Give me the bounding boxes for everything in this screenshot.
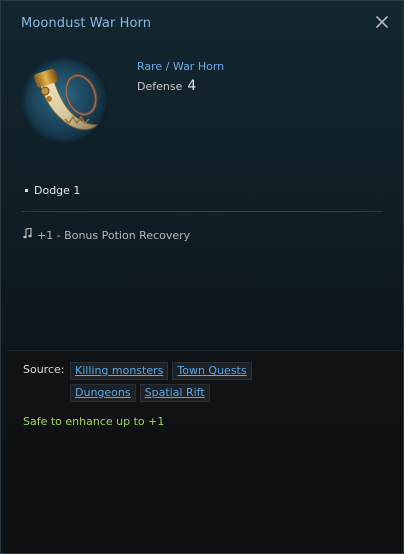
stat-line: Dodge 1 bbox=[25, 184, 80, 197]
item-rarity-type: Rare / War Horn bbox=[137, 60, 225, 73]
effect-line: +1 - Bonus Potion Recovery bbox=[23, 227, 191, 242]
item-tooltip: Moondust War Horn Rare / War Horn Defens… bbox=[0, 0, 404, 554]
item-title: Moondust War Horn bbox=[21, 16, 152, 31]
source-tag-spatial-rift[interactable]: Spatial Rift bbox=[139, 384, 210, 402]
stat-label: Dodge 1 bbox=[34, 184, 81, 197]
war-horn-icon bbox=[21, 57, 109, 145]
enhance-info: Safe to enhance up to +1 bbox=[23, 415, 165, 428]
source-label: Source: bbox=[23, 363, 65, 376]
defense-value: 4 bbox=[187, 78, 197, 94]
effect-text: +1 - Bonus Potion Recovery bbox=[37, 228, 191, 242]
music-note-icon bbox=[23, 227, 32, 242]
source-tag-dungeons[interactable]: Dungeons bbox=[70, 384, 136, 402]
close-icon[interactable] bbox=[373, 13, 391, 31]
defense-label: Defense bbox=[137, 80, 183, 93]
defense-stat: Defense 4 bbox=[137, 78, 196, 94]
source-tags: Killing monsters Town Quests Dungeons Sp… bbox=[70, 362, 270, 402]
divider bbox=[21, 211, 383, 212]
source-tag-town-quests[interactable]: Town Quests bbox=[172, 362, 252, 380]
source-tag-killing-monsters[interactable]: Killing monsters bbox=[70, 362, 169, 380]
bullet-icon bbox=[25, 189, 28, 192]
